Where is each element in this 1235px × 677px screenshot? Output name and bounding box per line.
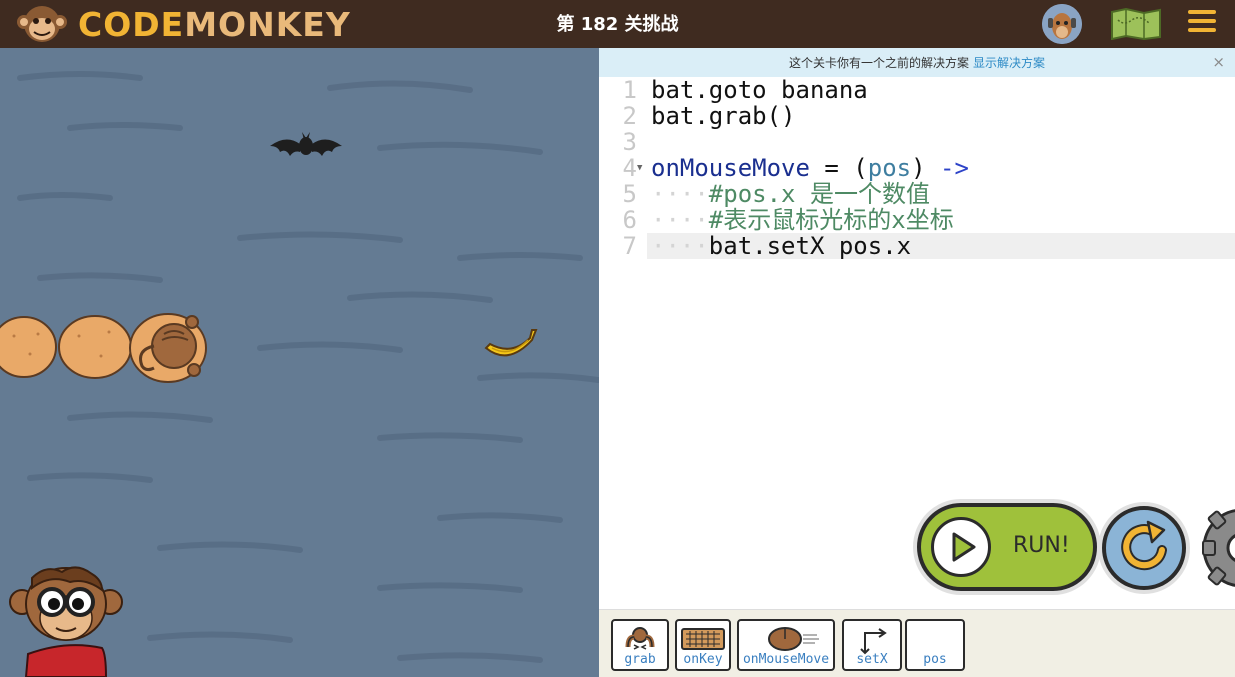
level-title: 第 182 关挑战 [556, 14, 679, 35]
tool-onkey[interactable]: onKey [675, 619, 731, 671]
code-text: ····bat.setX pos.x [651, 233, 911, 259]
tool-setx[interactable]: setX [842, 619, 902, 671]
tool-label: pos [923, 652, 947, 667]
line-number: 3 [622, 128, 637, 156]
map-button[interactable] [1110, 7, 1162, 41]
code-line-1[interactable]: 1 bat.goto banana [599, 77, 1235, 103]
menu-button[interactable] [1188, 10, 1216, 38]
code-line-3[interactable]: 3 [599, 129, 1235, 155]
code-line-4[interactable]: 4 ▼ onMouseMove = (pos) -> [599, 155, 1235, 181]
line-number: 4 [622, 154, 637, 182]
tool-label: onMouseMove [742, 652, 830, 667]
logo-monkey-text: MONKEY [184, 4, 351, 44]
play-icon [952, 532, 976, 562]
indent-guide: ···· [651, 232, 709, 260]
tool-grab[interactable]: grab [611, 619, 669, 671]
tool-label: onKey [683, 652, 723, 667]
fold-arrow-icon[interactable]: ▼ [637, 155, 642, 181]
code-function: onMouseMove [651, 154, 810, 182]
tool-label: setX [856, 652, 888, 667]
code-line-7-content[interactable]: 7 ····bat.setX pos.x [599, 233, 1235, 259]
toolbox: grab onKey onMouseMove setX pos [599, 609, 1235, 677]
gear-icon [1202, 509, 1235, 587]
monkey-logo-icon [17, 6, 67, 42]
line-number: 2 [622, 102, 637, 130]
settings-button[interactable] [1197, 503, 1235, 593]
mouse-icon [768, 627, 819, 651]
logo-code-text: CODE [78, 4, 185, 44]
code-paren: ) [911, 154, 941, 182]
avatar-icon [1042, 4, 1082, 44]
run-label: RUN! [1013, 533, 1070, 558]
grab-icon [625, 627, 655, 650]
user-avatar-button[interactable] [1042, 4, 1082, 44]
top-bar: CODEMONKEY 第 182 关挑战 [0, 0, 1235, 48]
coconut-icon[interactable] [57, 314, 133, 380]
code-line-5[interactable]: 5 ····#pos.x 是一个数值 [599, 181, 1235, 207]
tool-label: grab [624, 652, 656, 667]
code-text: bat.grab() [651, 102, 796, 130]
line-number: 6 [622, 206, 637, 234]
close-notice-icon[interactable]: × [1212, 53, 1225, 71]
play-circle [931, 517, 991, 577]
monkey-icon[interactable] [124, 310, 208, 386]
notice-text: 这个关卡你有一个之前的解决方案 [788, 56, 969, 70]
code-statement: bat.setX pos.x [708, 232, 912, 260]
coconut-icon[interactable] [0, 314, 60, 380]
code-operator: = ( [809, 154, 868, 182]
map-icon [1111, 7, 1161, 41]
bat-icon[interactable] [268, 130, 344, 166]
menu-icon [1188, 10, 1216, 32]
code-line-2[interactable]: 2 bat.grab() [599, 103, 1235, 129]
line-number: 1 [622, 76, 637, 104]
code-text: onMouseMove = (pos) -> [651, 155, 969, 181]
keyboard-icon [681, 628, 725, 650]
code-panel: 这个关卡你有一个之前的解决方案 显示解决方案 × 1 bat.goto bana… [599, 48, 1235, 677]
indent-guide: ···· [651, 180, 709, 208]
show-solution-link[interactable]: 显示解决方案 [973, 54, 1045, 71]
indent-guide: ···· [651, 206, 709, 234]
run-button[interactable]: RUN! [917, 503, 1097, 591]
code-comment: #表示鼠标光标的x坐标 [708, 206, 954, 234]
codemonkey-logo[interactable]: CODEMONKEY [12, 2, 351, 46]
setx-icon [860, 628, 887, 655]
tool-onmousemove[interactable]: onMouseMove [737, 619, 835, 671]
previous-solution-notice: 这个关卡你有一个之前的解决方案 显示解决方案 × [599, 48, 1235, 77]
code-text: ····#pos.x 是一个数值 [651, 181, 930, 207]
code-text: bat.goto banana [651, 76, 868, 104]
code-comment: #pos.x 是一个数值 [708, 180, 930, 208]
line-number: 7 [622, 232, 637, 260]
code-arrow: -> [940, 154, 969, 182]
tool-pos[interactable]: pos [905, 619, 965, 671]
guide-monkey-icon[interactable] [6, 564, 126, 677]
code-line-6[interactable]: 6 ····#表示鼠标光标的x坐标 [599, 207, 1235, 233]
reset-button[interactable] [1102, 506, 1186, 590]
line-number: 5 [622, 180, 637, 208]
logo-text: CODEMONKEY [78, 5, 351, 44]
banana-icon[interactable] [482, 326, 540, 366]
code-argument: pos [867, 154, 912, 182]
code-text: ····#表示鼠标光标的x坐标 [651, 207, 954, 233]
game-canvas[interactable] [0, 48, 599, 677]
code-editor[interactable]: 1 bat.goto banana 2 bat.grab() 3 4 ▼ onM… [599, 77, 1235, 497]
reset-icon [1121, 520, 1167, 571]
